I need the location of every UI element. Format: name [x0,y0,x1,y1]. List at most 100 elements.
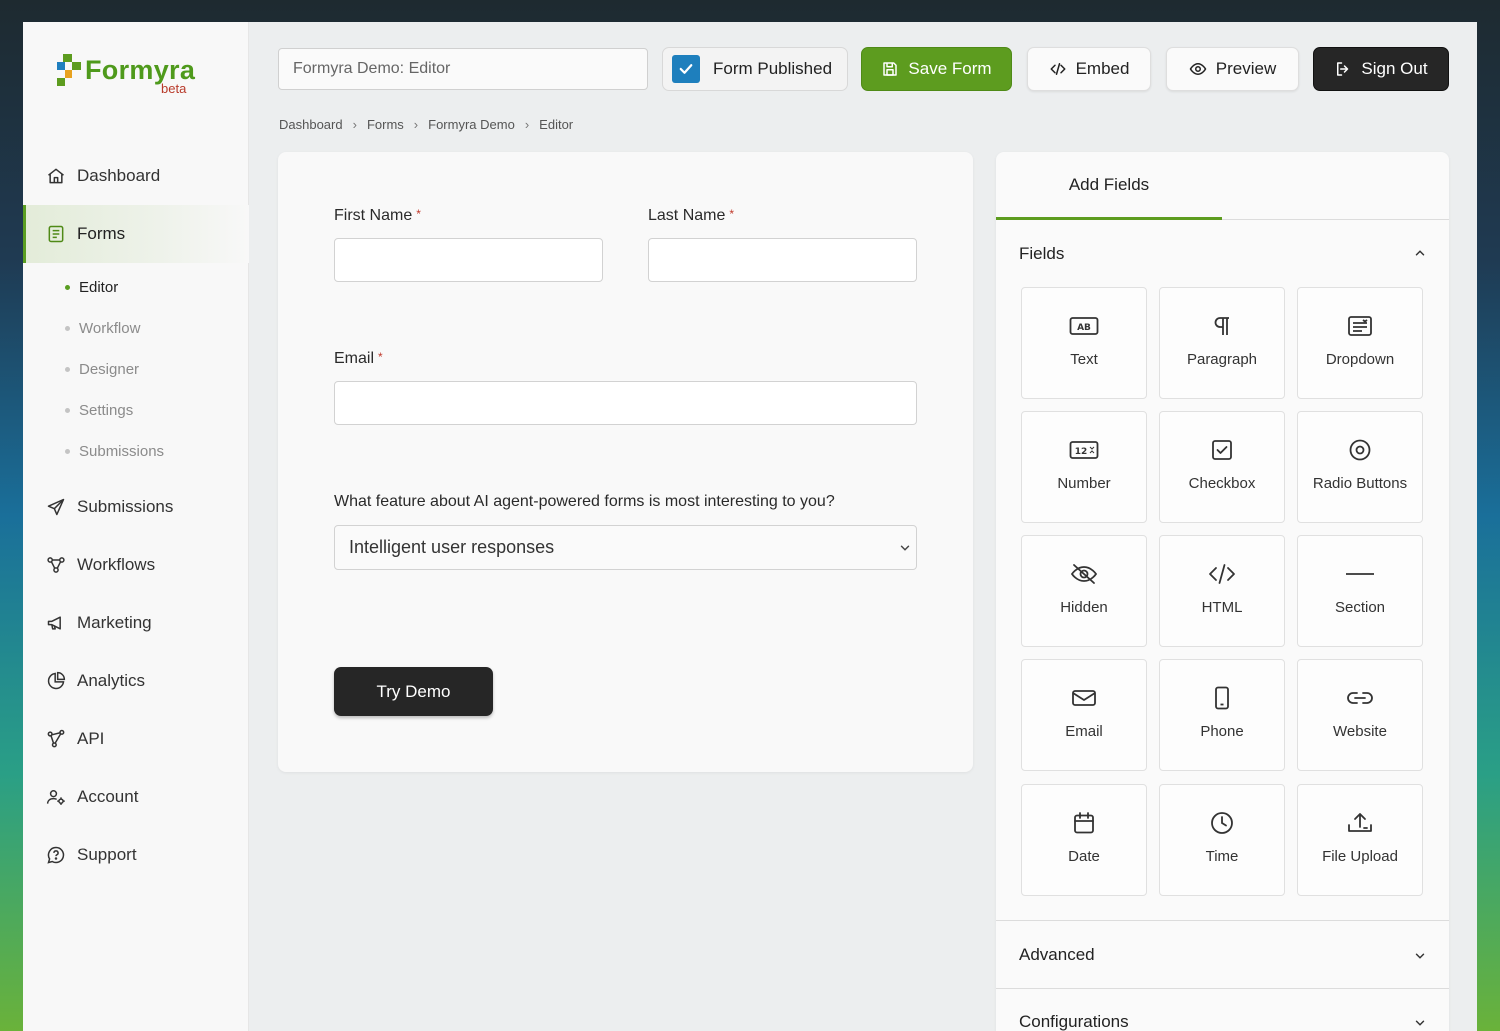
logout-icon [1334,60,1352,78]
nav-item-api[interactable]: API [23,710,249,768]
select-value: Intelligent user responses [349,537,555,557]
field-tile-html[interactable]: HTML [1159,535,1285,647]
nav-item-dashboard[interactable]: Dashboard [23,147,249,205]
first-name-field[interactable] [334,238,603,282]
email-label: Email * [334,350,383,368]
tile-label: Email [1065,723,1103,740]
field-tile-section[interactable]: Section [1297,535,1423,647]
nav-item-support[interactable]: Support [23,826,249,884]
field-tile-text[interactable]: AB Text [1021,287,1147,399]
field-tile-checkbox[interactable]: Checkbox [1159,411,1285,523]
form-icon [45,223,67,245]
subnav-item-submissions[interactable]: Submissions [23,431,249,472]
workflow-icon [45,554,67,576]
advanced-section-header[interactable]: Advanced [996,922,1449,988]
tab-add-fields[interactable]: Add Fields [996,152,1222,220]
calendar-icon [1072,811,1096,835]
form-title-input[interactable] [278,48,648,90]
panel-tabs: Add Fields [996,152,1449,220]
field-tile-date[interactable]: Date [1021,784,1147,896]
subnav-item-editor[interactable]: Editor [23,267,249,308]
field-tile-time[interactable]: Time [1159,784,1285,896]
tile-label: Text [1070,351,1098,368]
label-text: Last Name [648,207,726,224]
chevron-up-icon [1413,245,1427,265]
configurations-section-header[interactable]: Configurations [996,989,1449,1031]
home-icon [45,165,67,187]
nav-item-forms[interactable]: Forms [23,205,249,263]
tile-label: Date [1068,848,1100,865]
section-title: Fields [1019,244,1065,263]
breadcrumb-item[interactable]: Formyra Demo [428,117,515,132]
beta-badge: beta [161,81,187,96]
svg-text:AB: AB [1077,323,1091,333]
feature-select[interactable]: Intelligent user responses [334,525,917,570]
chevron-down-icon [1413,1015,1427,1031]
field-tile-dropdown[interactable]: Dropdown [1297,287,1423,399]
last-name-field[interactable] [648,238,917,282]
app-window: Formyra beta Dashboard Forms Editor Work… [23,22,1477,1031]
tile-label: Paragraph [1186,351,1258,368]
tile-label: Phone [1200,723,1244,740]
phone-icon [1210,686,1234,710]
preview-button[interactable]: Preview [1166,47,1299,91]
number-icon: 12 [1069,438,1099,462]
try-demo-button[interactable]: Try Demo [334,667,493,716]
nav-item-workflows[interactable]: Workflows [23,536,249,594]
field-tile-phone[interactable]: Phone [1159,659,1285,771]
label-text: Email [334,350,375,367]
nav-label: API [77,729,105,748]
upload-icon [1347,811,1373,835]
tile-label: Hidden [1060,599,1108,616]
breadcrumb-item[interactable]: Forms [367,117,404,132]
nav-item-analytics[interactable]: Analytics [23,652,249,710]
bullet-icon [65,408,70,413]
subnav-item-settings[interactable]: Settings [23,390,249,431]
eye-off-icon [1070,562,1098,586]
subnav-item-workflow[interactable]: Workflow [23,308,249,349]
subnav-label: Editor [79,279,119,296]
tile-label: Time [1205,848,1239,865]
field-tile-website[interactable]: Website [1297,659,1423,771]
nav-label: Account [77,787,139,806]
form-published-toggle[interactable]: Form Published [662,47,848,91]
embed-button[interactable]: Embed [1027,47,1151,91]
sign-out-button[interactable]: Sign Out [1313,47,1449,91]
field-tile-paragraph[interactable]: Paragraph [1159,287,1285,399]
nav-item-submissions[interactable]: Submissions [23,478,249,536]
envelope-icon [1071,686,1097,710]
breadcrumb-item[interactable]: Dashboard [279,117,343,132]
api-icon [45,728,67,750]
published-label: Form Published [713,59,833,78]
bullet-icon [65,367,70,372]
checkbox-icon [1210,438,1234,462]
logo[interactable]: Formyra beta [57,54,195,96]
section-line-icon [1345,562,1375,586]
bullet-icon [65,285,70,290]
nav-item-account[interactable]: Account [23,768,249,826]
tile-label: Section [1334,599,1386,616]
bullet-icon [65,326,70,331]
subnav-item-designer[interactable]: Designer [23,349,249,390]
field-tile-email[interactable]: Email [1021,659,1147,771]
field-tile-file-upload[interactable]: File Upload [1297,784,1423,896]
chevron-down-icon [898,539,912,560]
field-tile-radio[interactable]: Radio Buttons [1297,411,1423,523]
text-ab-icon: AB [1069,314,1099,338]
preview-label: Preview [1215,59,1277,78]
clock-icon [1210,811,1234,835]
field-tile-hidden[interactable]: Hidden [1021,535,1147,647]
breadcrumb: Dashboard › Forms › Formyra Demo › Edito… [279,117,573,132]
section-title: Configurations [1019,1012,1129,1031]
fields-section-header[interactable]: Fields [996,221,1449,287]
save-form-button[interactable]: Save Form [861,47,1012,91]
checkbox-checked-icon[interactable] [672,55,700,83]
required-mark: * [416,207,421,221]
nav-label: Analytics [77,671,146,690]
email-field[interactable] [334,381,917,425]
nav-item-marketing[interactable]: Marketing [23,594,249,652]
paragraph-icon [1210,314,1234,338]
chevron-right-icon: › [524,117,530,132]
nav-label: Submissions [77,497,174,516]
field-tile-number[interactable]: 12 Number [1021,411,1147,523]
